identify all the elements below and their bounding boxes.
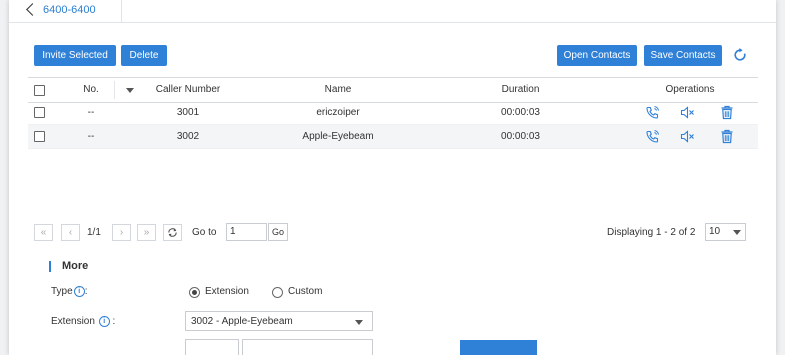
cell-name: ericzoiper xyxy=(316,107,360,118)
trash-icon[interactable] xyxy=(719,105,735,120)
radio-custom[interactable] xyxy=(272,287,283,298)
header-operations: Operations xyxy=(665,84,715,95)
refresh-icon[interactable] xyxy=(733,48,747,62)
type-label-text: Type xyxy=(51,286,73,297)
cell-name: Apple-Eyebeam xyxy=(302,131,374,142)
per-page-value: 10 xyxy=(709,226,721,237)
cell-no: -- xyxy=(87,107,95,118)
delete-button[interactable]: Delete xyxy=(121,45,167,66)
header-no: No. xyxy=(83,84,99,95)
next-page-button[interactable]: › xyxy=(112,224,131,241)
tab-bar: 6400-6400 xyxy=(9,0,776,23)
main-panel: 6400-6400 Invite Selected Delete Open Co… xyxy=(9,0,776,355)
trash-icon[interactable] xyxy=(719,129,735,144)
header-caller-number: Caller Number xyxy=(155,84,221,95)
type-label: Type i: xyxy=(51,286,87,297)
cell-caller-number: 3002 xyxy=(176,131,200,142)
call-icon[interactable] xyxy=(645,105,661,120)
column-divider xyxy=(114,81,115,99)
cell-duration: 00:00:03 xyxy=(501,131,540,142)
table-row: -- 3001 ericzoiper 00:00:03 xyxy=(28,101,758,125)
type-label-colon: : xyxy=(84,286,88,297)
table-row: -- 3002 Apple-Eyebeam 00:00:03 xyxy=(28,125,758,149)
extension-select[interactable]: 3002 - Apple-Eyebeam xyxy=(185,311,373,331)
radio-extension[interactable] xyxy=(189,287,200,298)
tab-label: 6400-6400 xyxy=(43,4,96,16)
sort-down-icon[interactable] xyxy=(126,88,134,93)
header-name: Name xyxy=(324,84,352,95)
extension-select-value: 3002 - Apple-Eyebeam xyxy=(191,316,293,327)
invite-selected-button[interactable]: Invite Selected xyxy=(34,45,116,66)
row-checkbox[interactable] xyxy=(34,107,45,118)
prev-page-button[interactable]: ‹ xyxy=(61,224,80,241)
last-page-button[interactable]: » xyxy=(137,224,156,241)
per-page-select[interactable]: 10 xyxy=(705,223,746,241)
partial-field[interactable] xyxy=(242,339,373,355)
dropdown-arrow-icon xyxy=(733,230,741,235)
info-icon[interactable]: i xyxy=(73,286,85,297)
extension-label: Extension i : xyxy=(51,316,115,327)
radio-extension-label: Extension xyxy=(205,286,249,297)
go-button[interactable]: Go xyxy=(268,223,288,241)
cell-caller-number: 3001 xyxy=(176,107,200,118)
section-accent-bar xyxy=(49,261,51,272)
first-page-button[interactable]: « xyxy=(34,224,53,241)
extension-label-text: Extension xyxy=(51,316,95,327)
mute-icon[interactable] xyxy=(680,105,696,120)
displaying-text: Displaying 1 - 2 of 2 xyxy=(607,227,696,238)
table-header: No. Caller Number Name Duration Operatio… xyxy=(28,77,758,103)
header-duration: Duration xyxy=(501,84,540,95)
call-icon[interactable] xyxy=(645,129,661,144)
dropdown-arrow-icon xyxy=(355,320,363,325)
goto-page-input[interactable]: 1 xyxy=(226,223,267,241)
select-all-checkbox[interactable] xyxy=(34,85,45,96)
cell-duration: 00:00:03 xyxy=(501,107,540,118)
extension-label-colon: : xyxy=(112,316,116,327)
info-icon[interactable]: i xyxy=(98,316,110,327)
open-contacts-button[interactable]: Open Contacts xyxy=(557,45,637,66)
radio-custom-label: Custom xyxy=(288,286,323,297)
row-checkbox[interactable] xyxy=(34,131,45,142)
mute-icon[interactable] xyxy=(680,129,696,144)
goto-label: Go to xyxy=(192,227,217,238)
partial-action-button[interactable] xyxy=(460,340,537,355)
cell-no: -- xyxy=(87,131,95,142)
partial-field[interactable] xyxy=(185,339,239,355)
save-contacts-button[interactable]: Save Contacts xyxy=(644,45,722,66)
back-chevron-icon[interactable] xyxy=(26,3,39,16)
tab-conference-room[interactable]: 6400-6400 xyxy=(20,0,122,22)
reload-icon[interactable] xyxy=(163,224,182,241)
page-indicator: 1/1 xyxy=(87,227,101,238)
more-title: More xyxy=(62,260,89,272)
